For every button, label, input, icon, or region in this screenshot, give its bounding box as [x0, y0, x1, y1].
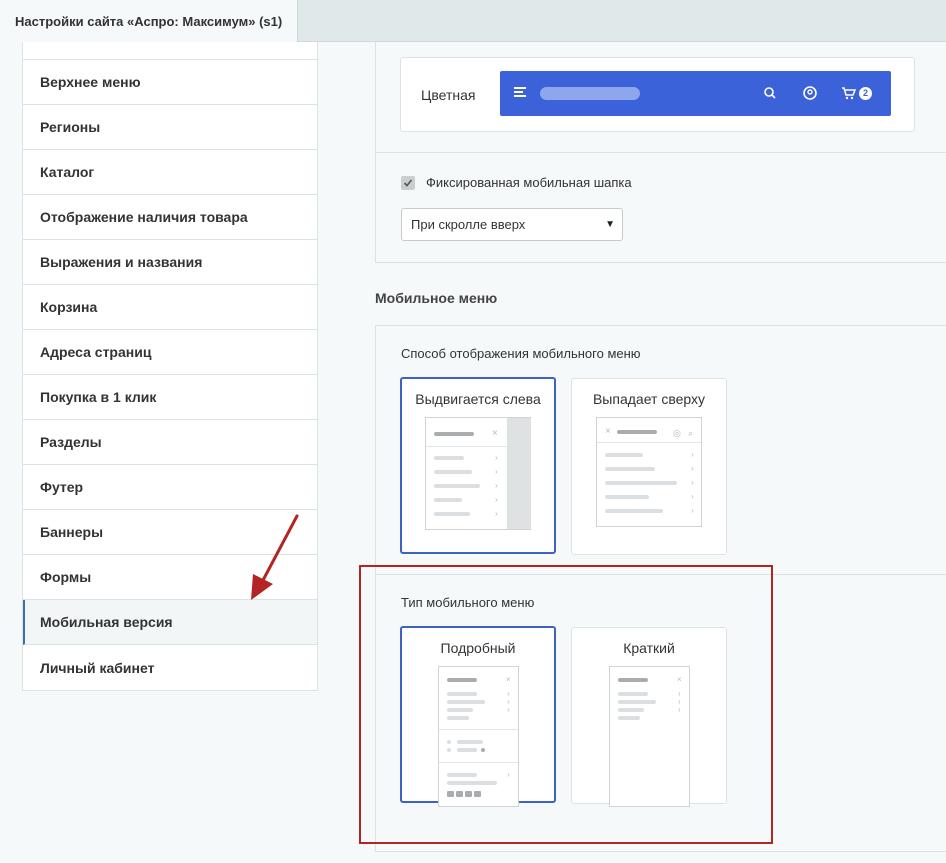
- option-title: Выдвигается слева: [415, 391, 541, 407]
- select-value: При скролле вверх: [411, 217, 526, 232]
- option-drop-top[interactable]: Выпадает сверху × ◎ ⌕ › › › › ›: [571, 378, 727, 555]
- fixed-header-checkbox[interactable]: [401, 176, 415, 190]
- sidebar-item-top-menu[interactable]: Верхнее меню: [23, 60, 317, 105]
- sidebar-item-sections[interactable]: Разделы: [23, 420, 317, 465]
- cart-count-badge: 2: [859, 87, 872, 100]
- sidebar-item-page-urls[interactable]: Адреса страниц: [23, 330, 317, 375]
- tab-bar: Настройки сайта «Аспро: Максимум» (s1): [0, 0, 946, 42]
- search-placeholder-bar: [540, 87, 640, 100]
- header-color-label: Цветная: [421, 87, 476, 103]
- slide-left-preview: × › › › › ›: [425, 417, 531, 530]
- sidebar-item-one-click[interactable]: Покупка в 1 клик: [23, 375, 317, 420]
- fixed-header-panel: Фиксированная мобильная шапка При скролл…: [375, 153, 946, 263]
- fixed-header-mode-select[interactable]: При скролле вверх ▼: [401, 208, 623, 241]
- mobile-header-preview: 2: [500, 71, 891, 116]
- annotation-highlight-frame: [359, 565, 773, 844]
- header-color-option[interactable]: Цветная 2: [400, 57, 915, 132]
- option-title: Выпадает сверху: [592, 391, 706, 407]
- fixed-header-label: Фиксированная мобильная шапка: [426, 175, 632, 190]
- option-slide-left[interactable]: Выдвигается слева × › › › › ›: [400, 377, 556, 554]
- sidebar-item-footer[interactable]: Футер: [23, 465, 317, 510]
- user-icon: [803, 86, 817, 100]
- tab-site-settings[interactable]: Настройки сайта «Аспро: Максимум» (s1): [0, 0, 299, 42]
- sidebar-item-phrases[interactable]: Выражения и названия: [23, 240, 317, 285]
- search-icon: [764, 87, 776, 99]
- sidebar-item-regions[interactable]: Регионы: [23, 105, 317, 150]
- dropdown-arrow-icon: ▼: [605, 219, 615, 230]
- header-color-panel: Цветная 2: [375, 42, 946, 153]
- annotation-arrow-icon: [251, 514, 299, 600]
- burger-icon: [514, 87, 526, 98]
- sidebar-item-personal-account[interactable]: Личный кабинет: [23, 645, 317, 690]
- sidebar-top-spacer: [23, 42, 317, 60]
- sidebar-item-stock-display[interactable]: Отображение наличия товара: [23, 195, 317, 240]
- drop-top-preview: × ◎ ⌕ › › › › ›: [596, 417, 702, 527]
- checkmark-icon: [403, 179, 413, 187]
- display-mode-label: Способ отображения мобильного меню: [401, 346, 641, 361]
- sidebar-item-mobile-version[interactable]: Мобильная версия: [23, 600, 317, 645]
- mobile-menu-section-title: Мобильное меню: [375, 290, 498, 306]
- sidebar-item-cart[interactable]: Корзина: [23, 285, 317, 330]
- sidebar-item-catalog[interactable]: Каталог: [23, 150, 317, 195]
- cart-icon: [842, 87, 857, 100]
